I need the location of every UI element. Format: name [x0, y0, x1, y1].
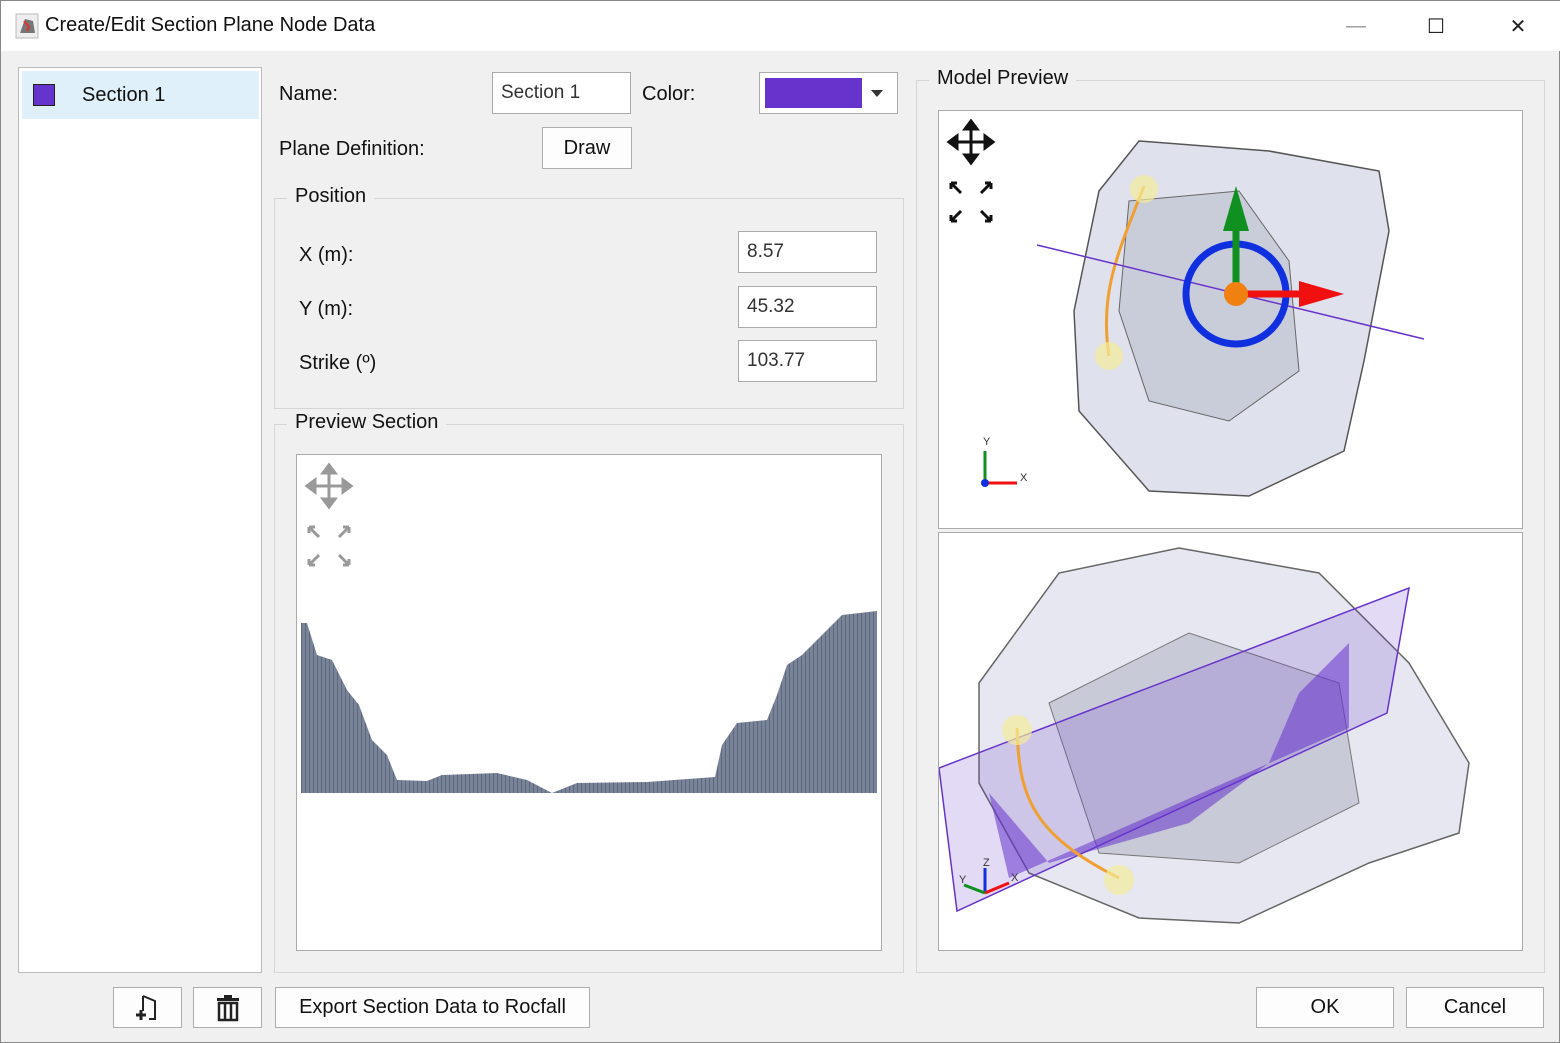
section-list[interactable]: Section 1 — [18, 67, 262, 973]
color-value-swatch — [765, 78, 863, 108]
color-dropdown[interactable] — [759, 72, 898, 114]
chevron-down-icon — [871, 90, 884, 97]
svg-text:Y: Y — [959, 874, 967, 886]
color-label: Color: — [642, 83, 696, 105]
export-rocfall-button[interactable]: Export Section Data to Rocfall — [275, 987, 590, 1028]
minimize-button[interactable]: — — [1336, 11, 1376, 41]
window-title: Create/Edit Section Plane Node Data — [45, 14, 376, 36]
name-label: Name: — [279, 83, 338, 105]
strike-label: Strike (º) — [299, 352, 377, 374]
section-preview-canvas[interactable] — [296, 454, 882, 951]
section-color-swatch — [33, 84, 55, 106]
pan-icon[interactable] — [946, 118, 996, 166]
title-bar: Create/Edit Section Plane Node Data — ☐ … — [1, 1, 1560, 51]
add-section-icon — [135, 994, 156, 1020]
svg-text:Y: Y — [983, 436, 991, 448]
trash-icon — [216, 994, 239, 1021]
pan-icon[interactable] — [304, 462, 354, 510]
svg-text:X: X — [1020, 472, 1028, 484]
strike-input[interactable]: 103.77 — [738, 340, 877, 382]
axis-triad: YX — [981, 436, 1028, 487]
preview-section-title: Preview Section — [287, 411, 447, 434]
delete-section-button[interactable] — [193, 987, 262, 1028]
zoom-extents-icon[interactable] — [307, 525, 351, 567]
add-section-button[interactable] — [113, 987, 182, 1028]
model-top-view[interactable]: YX — [938, 110, 1523, 529]
maximize-button[interactable]: ☐ — [1416, 11, 1456, 41]
name-input[interactable]: Section 1 — [492, 72, 631, 114]
app-icon — [15, 13, 39, 39]
cancel-button[interactable]: Cancel — [1406, 987, 1544, 1028]
x-input[interactable]: 8.57 — [738, 231, 877, 273]
y-input[interactable]: 45.32 — [738, 286, 877, 328]
y-label: Y (m): — [299, 298, 354, 320]
x-label: X (m): — [299, 244, 354, 266]
section-profile — [301, 611, 877, 793]
model-3d-view[interactable]: Z X Y — [938, 532, 1523, 951]
section-list-item[interactable]: Section 1 — [22, 71, 259, 119]
section-label: Section 1 — [82, 83, 166, 106]
zoom-extents-icon[interactable] — [949, 181, 993, 223]
close-button[interactable]: ✕ — [1498, 11, 1538, 41]
model-preview-title: Model Preview — [929, 67, 1077, 90]
svg-text:X: X — [1011, 872, 1019, 884]
draw-button[interactable]: Draw — [542, 127, 632, 169]
position-title: Position — [287, 185, 375, 208]
plane-definition-label: Plane Definition: — [279, 138, 425, 160]
ok-button[interactable]: OK — [1256, 987, 1394, 1028]
svg-text:Z: Z — [983, 857, 990, 869]
move-handle[interactable] — [1224, 282, 1248, 306]
